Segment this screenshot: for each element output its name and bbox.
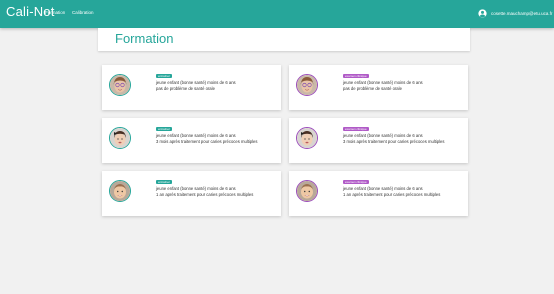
formation-card[interactable]: examen clinique jeune enfant (bonne sant… <box>289 171 468 216</box>
card-description-line2: 3 mois après traitement pour caries préc… <box>156 139 258 144</box>
badge-entrainer: entraîner <box>156 180 173 184</box>
card-description-line2: pas de problème de santé orale <box>343 86 402 91</box>
toddler-photo-icon <box>110 181 130 201</box>
badge-examen-clinique: examen clinique <box>343 180 369 184</box>
badge-examen-clinique: examen clinique <box>343 127 369 131</box>
avatar <box>296 127 318 149</box>
card-description-line1: jeune enfant (bonne santé) moins de 6 an… <box>156 80 236 85</box>
avatar <box>296 180 318 202</box>
badge-entrainer: entraîner <box>156 74 173 78</box>
toddler-photo-icon <box>297 181 317 201</box>
avatar <box>109 180 131 202</box>
nav-link-calibration[interactable]: Calibration <box>72 10 94 15</box>
account-circle-icon[interactable] <box>478 9 487 18</box>
card-description-line1: jeune enfant (bonne santé) moins de 6 an… <box>343 80 423 85</box>
badge-entrainer: entraîner <box>156 127 173 131</box>
card-description-line1: jeune enfant (bonne santé) moins de 6 an… <box>343 133 423 138</box>
avatar <box>296 74 318 96</box>
badge-examen-clinique: examen clinique <box>343 74 369 78</box>
card-description-line2: 1 an après traitement pour caries précoc… <box>343 192 441 197</box>
girl-glasses-photo-icon <box>297 75 317 95</box>
card-description-line2: pas de problème de santé orale <box>156 86 215 91</box>
formation-card[interactable]: entraîner jeune enfant (bonne santé) moi… <box>102 65 281 110</box>
card-description-line1: jeune enfant (bonne santé) moins de 6 an… <box>343 186 423 191</box>
child-bow-photo-icon <box>297 128 317 148</box>
top-navbar: Cali-Not Formation Calibration cosette.m… <box>0 0 554 28</box>
child-bow-photo-icon <box>110 128 130 148</box>
card-description-line1: jeune enfant (bonne santé) moins de 6 an… <box>156 186 236 191</box>
page-header-card: Formation <box>98 28 470 51</box>
page-title: Formation <box>115 31 174 46</box>
formation-card[interactable]: examen clinique jeune enfant (bonne sant… <box>289 118 468 163</box>
formation-card[interactable]: examen clinique jeune enfant (bonne sant… <box>289 65 468 110</box>
formation-card[interactable]: entraîner jeune enfant (bonne santé) moi… <box>102 118 281 163</box>
avatar <box>109 127 131 149</box>
formation-card[interactable]: entraîner jeune enfant (bonne santé) moi… <box>102 171 281 216</box>
avatar <box>109 74 131 96</box>
nav-link-formation[interactable]: Formation <box>45 10 65 15</box>
girl-glasses-photo-icon <box>110 75 130 95</box>
card-description-line2: 3 mois après traitement pour caries préc… <box>343 139 445 144</box>
user-email[interactable]: cosette.mauchamp@etu.uca.fr <box>491 11 552 16</box>
card-description-line2: 1 an après traitement pour caries précoc… <box>156 192 254 197</box>
card-description-line1: jeune enfant (bonne santé) moins de 6 an… <box>156 133 236 138</box>
